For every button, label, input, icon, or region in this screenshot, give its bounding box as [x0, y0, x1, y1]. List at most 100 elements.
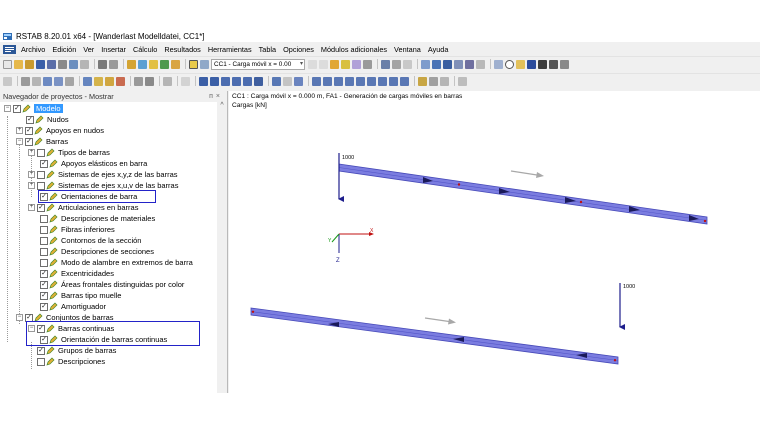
show-results-icon[interactable]	[330, 59, 339, 69]
document-menu-icon[interactable]	[3, 45, 16, 54]
settings-icon[interactable]	[560, 59, 569, 69]
view-iso-icon[interactable]	[134, 76, 143, 86]
menu-archivo[interactable]: Archivo	[21, 45, 45, 54]
pin-icon[interactable]	[418, 76, 427, 86]
tree-row-areas-frontales[interactable]: ✓ Áreas frontales distinguidas por color	[40, 279, 184, 290]
tree-row-amortiguador[interactable]: ✓ Amortiguador	[40, 301, 106, 312]
deformation-icon[interactable]	[341, 59, 350, 69]
tree-row-apoyos-en-nudos[interactable]: + ✓ Apoyos en nudos	[16, 125, 104, 136]
open-model-icon[interactable]	[25, 59, 34, 69]
zoom-icon[interactable]	[138, 59, 147, 69]
tree-row-sistemas-xyz[interactable]: + Sistemas de ejes x,y,z de las barras	[28, 169, 178, 180]
tree-row-barras[interactable]: − ✓ Barras	[16, 136, 68, 147]
tree-row-excentricidades[interactable]: ✓ Excentricidades	[40, 268, 114, 279]
tree-row-descripciones-materiales[interactable]: Descripciones de materiales	[40, 213, 155, 224]
display-node-icon[interactable]	[356, 76, 365, 86]
display-member-icon[interactable]	[345, 76, 354, 86]
render-line-icon[interactable]	[283, 76, 292, 86]
tree-row-tipos-de-barras[interactable]: + Tipos de barras	[28, 147, 110, 158]
copy-icon[interactable]	[32, 76, 41, 86]
comment-icon[interactable]	[116, 76, 125, 86]
expand-icon[interactable]: +	[28, 182, 35, 189]
checkbox-checked[interactable]: ✓	[40, 280, 48, 289]
tree-row-modo-alambre[interactable]: Modo de alambre en extremos de barra	[40, 257, 193, 268]
display-value-icon[interactable]	[389, 76, 398, 86]
view-toggle-icon[interactable]	[189, 59, 198, 69]
print-icon[interactable]	[58, 59, 67, 69]
checkbox-checked[interactable]: ✓	[37, 203, 45, 212]
checkbox-checked[interactable]: ✓	[40, 302, 48, 311]
tree-row-barras-muelle[interactable]: ✓ Barras tipo muelle	[40, 290, 121, 301]
pointer-icon[interactable]	[3, 76, 12, 86]
measure-icon[interactable]	[476, 59, 485, 69]
undo-icon[interactable]	[98, 59, 107, 69]
edit-icon[interactable]	[127, 59, 136, 69]
tree-row-apoyos-elasticos[interactable]: ✓ Apoyos elásticos en barra	[40, 158, 147, 169]
zoom-all-icon[interactable]	[199, 76, 208, 86]
circle-icon[interactable]	[505, 59, 514, 69]
tree-row-descripciones-secciones[interactable]: Descripciones de secciones	[40, 246, 154, 257]
redo-icon[interactable]	[109, 59, 118, 69]
menu-ayuda[interactable]: Ayuda	[428, 45, 449, 54]
wireframe-icon[interactable]	[403, 59, 412, 69]
screenshot-icon[interactable]	[549, 59, 558, 69]
tree-row-articulaciones[interactable]: + ✓ Articulaciones en barras	[28, 202, 138, 213]
tree-row-grupos-de-barras[interactable]: ✓ Grupos de barras	[28, 345, 116, 356]
checkbox-unchecked[interactable]	[37, 357, 45, 366]
render-model-icon[interactable]	[272, 76, 281, 86]
open-folder-icon[interactable]	[14, 59, 23, 69]
grid-dots-icon[interactable]	[429, 76, 438, 86]
menu-resultados[interactable]: Resultados	[164, 45, 201, 54]
view-x-icon[interactable]	[221, 76, 230, 86]
checkbox-checked[interactable]: ✓	[40, 291, 48, 300]
layer-icon[interactable]	[163, 76, 172, 86]
support-icon[interactable]	[454, 59, 463, 69]
checkbox-checked[interactable]: ✓	[40, 159, 48, 168]
zoom-window-icon[interactable]	[210, 76, 219, 86]
menu-calculo[interactable]: Cálculo	[133, 45, 157, 54]
render-solid-icon[interactable]	[294, 76, 303, 86]
display-load-icon[interactable]	[323, 76, 332, 86]
display-label-icon[interactable]	[400, 76, 409, 86]
menu-opciones[interactable]: Opciones	[283, 45, 314, 54]
line-values-icon[interactable]	[363, 59, 372, 69]
model-view[interactable]: 1000 1000 X Z Y	[229, 91, 760, 393]
navigator-scrollbar[interactable]: ^	[217, 102, 227, 393]
calculate-icon[interactable]	[149, 59, 158, 69]
expand-icon[interactable]: +	[28, 171, 35, 178]
previous-load-case-icon[interactable]	[308, 59, 317, 69]
menu-edicion[interactable]: Edición	[52, 45, 76, 54]
tree-row-descripciones[interactable]: Descripciones	[37, 356, 105, 367]
internal-forces-icon[interactable]	[352, 59, 361, 69]
new-file-icon[interactable]	[3, 59, 12, 69]
collapse-icon[interactable]: −	[16, 138, 23, 145]
view-front-icon[interactable]	[145, 76, 154, 86]
checkbox-unchecked[interactable]	[40, 214, 48, 223]
checkbox-unchecked[interactable]	[40, 247, 48, 256]
expand-icon[interactable]: +	[16, 127, 23, 134]
section-icon[interactable]	[392, 59, 401, 69]
view-z-icon[interactable]	[243, 76, 252, 86]
display-axis-icon[interactable]	[367, 76, 376, 86]
results-icon[interactable]	[160, 59, 169, 69]
checkbox-unchecked[interactable]	[40, 236, 48, 245]
next-load-case-icon[interactable]	[319, 59, 328, 69]
checkbox-unchecked[interactable]	[37, 148, 45, 157]
checkbox-checked[interactable]: ✓	[37, 346, 45, 355]
display-section-icon[interactable]	[378, 76, 387, 86]
load-case-select[interactable]: CC1 - Carga móvil x = 0.00 ▾	[211, 58, 305, 70]
snap-icon[interactable]	[440, 76, 449, 86]
view-3d-icon[interactable]	[181, 76, 190, 86]
grid-icon[interactable]	[200, 59, 209, 69]
collapse-icon[interactable]: −	[4, 105, 11, 112]
dimension-icon[interactable]	[94, 76, 103, 86]
member-icon[interactable]	[432, 59, 441, 69]
display-support-icon[interactable]	[312, 76, 321, 86]
pin-close-icon[interactable]: ᴨ×	[209, 93, 223, 100]
checkbox-checked[interactable]: ✓	[25, 126, 33, 135]
tree-row-contornos-seccion[interactable]: Contornos de la sección	[40, 235, 141, 246]
display-result-icon[interactable]	[334, 76, 343, 86]
preview-icon[interactable]	[80, 59, 89, 69]
checkbox-unchecked[interactable]	[37, 181, 45, 190]
delete-icon[interactable]	[527, 59, 536, 69]
